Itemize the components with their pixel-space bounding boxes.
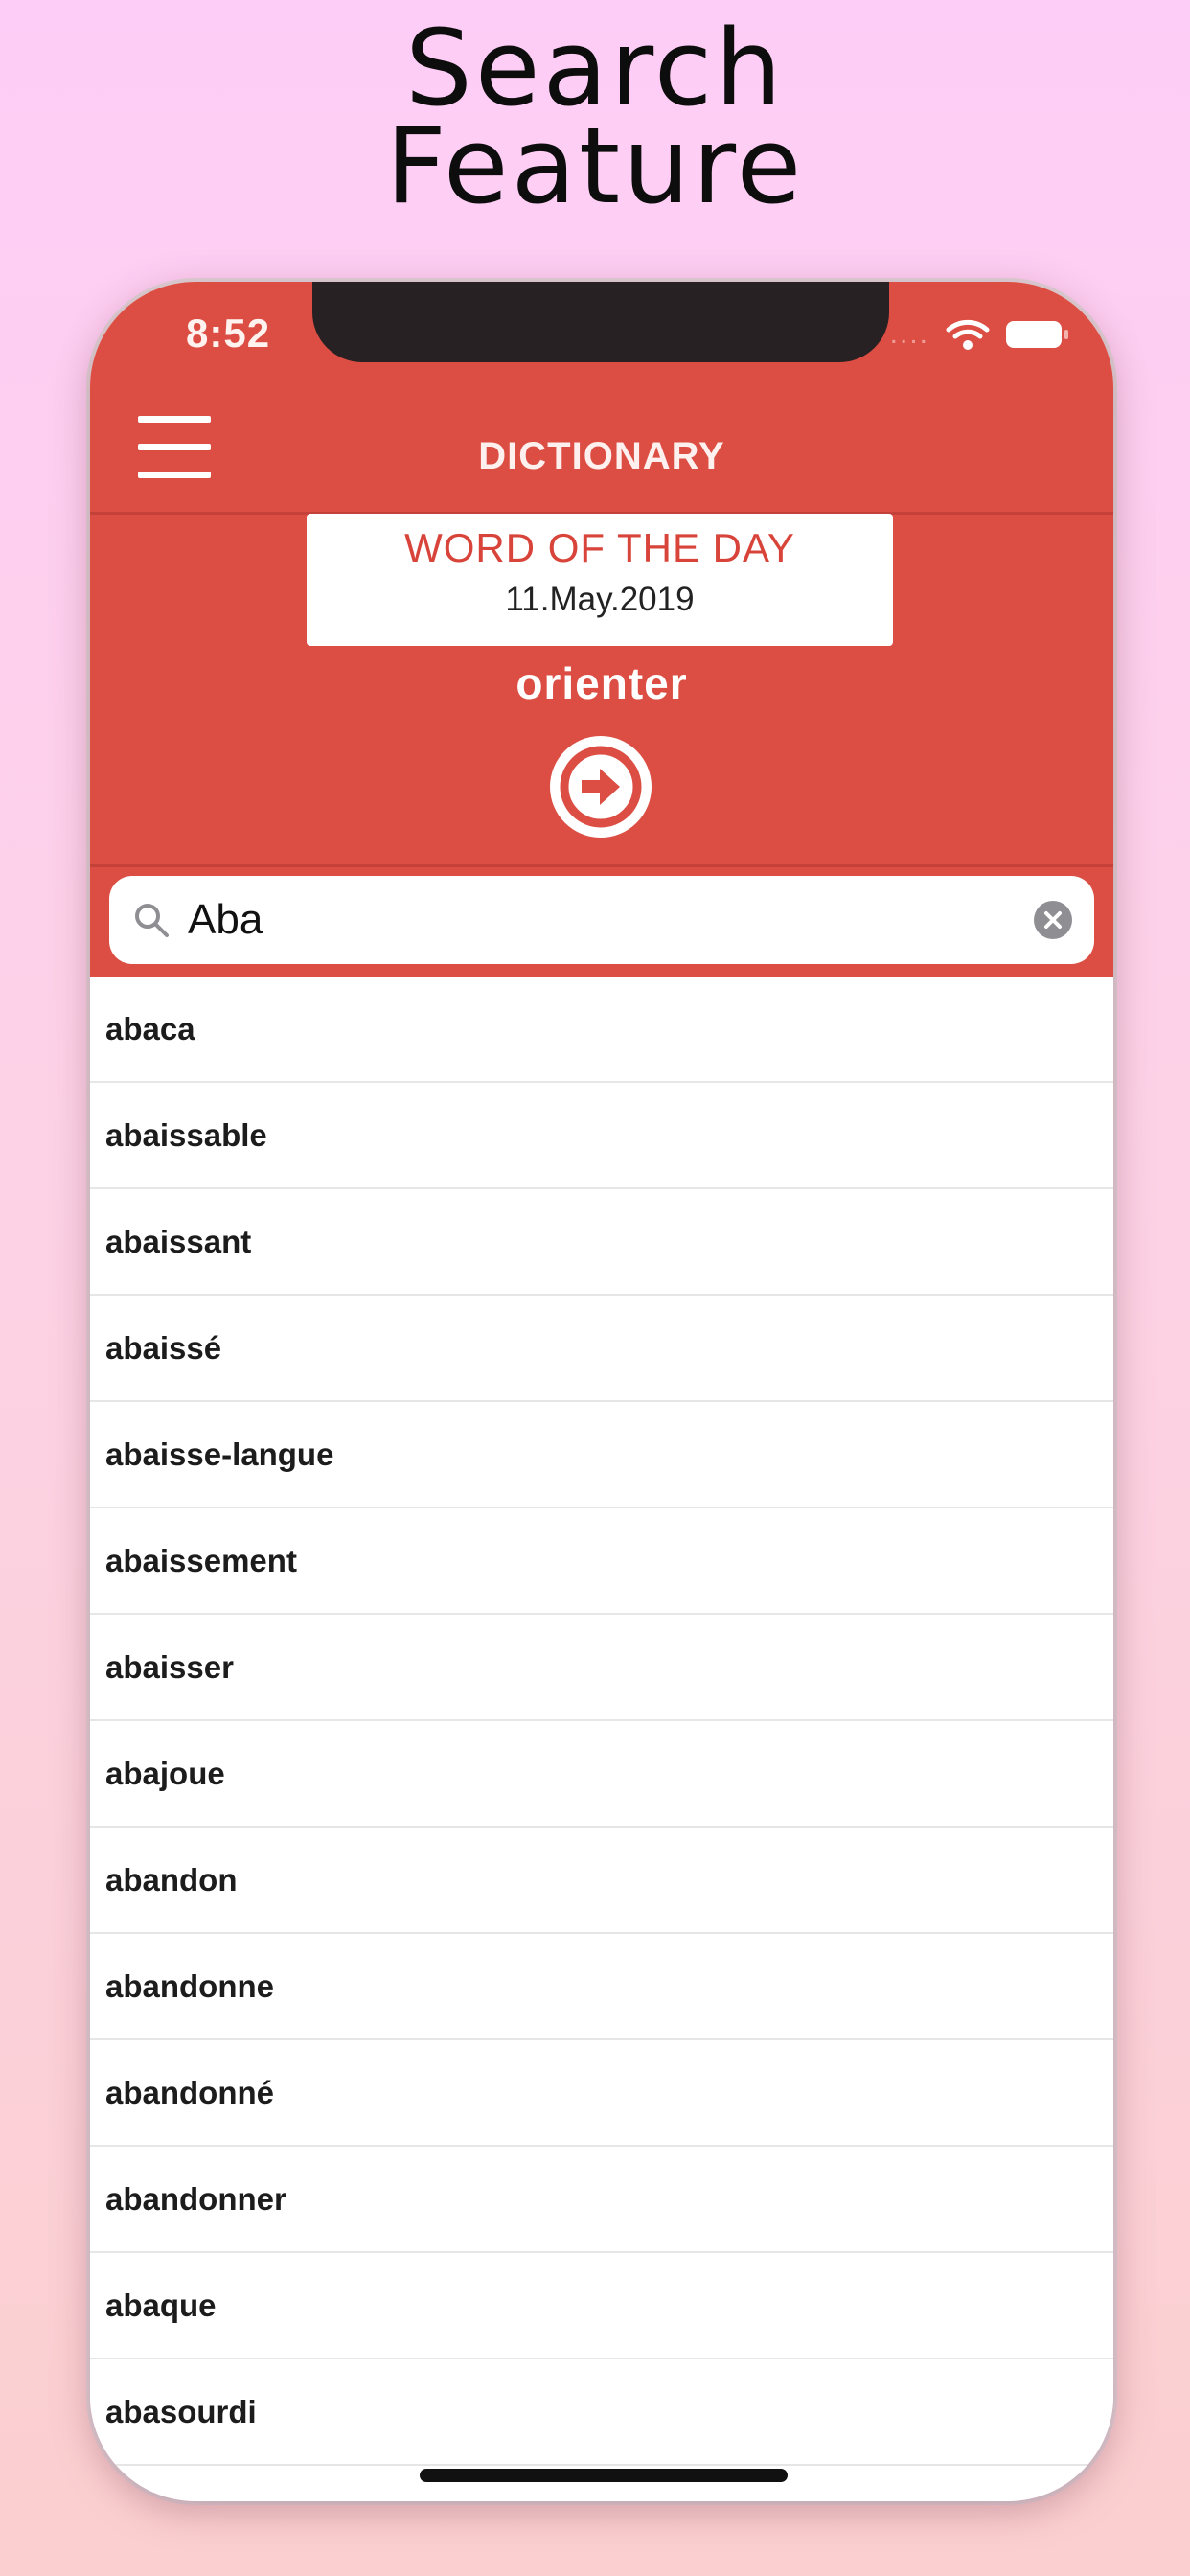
list-item[interactable]: abaissé <box>90 1296 1113 1402</box>
phone-notch <box>312 282 889 362</box>
promo-headline-line1: Search <box>405 7 785 129</box>
list-item[interactable]: abandonner <box>90 2147 1113 2253</box>
word-of-the-day-heading: WORD OF THE DAY <box>404 525 795 570</box>
home-indicator[interactable] <box>420 2469 788 2482</box>
search-icon <box>135 904 169 937</box>
search-bar-divider <box>90 864 1113 867</box>
list-item[interactable]: abaissant <box>90 1189 1113 1296</box>
list-item[interactable]: abandonne <box>90 1934 1113 2040</box>
list-item[interactable]: abaissable <box>90 1083 1113 1189</box>
list-item[interactable]: abaca <box>90 977 1113 1083</box>
status-icons: .... <box>889 318 1068 351</box>
word-of-the-day-card: WORD OF THE DAY 11.May.2019 <box>307 514 893 646</box>
list-item[interactable]: abasourdi <box>90 2359 1113 2466</box>
status-time: 8:52 <box>186 310 271 356</box>
list-item[interactable]: abajoue <box>90 1721 1113 1828</box>
open-word-button[interactable] <box>550 736 652 838</box>
wifi-icon <box>946 319 990 350</box>
promo-headline-line2: Feature <box>385 104 805 227</box>
results-list: abaca abaissable abaissant abaissé abais… <box>90 977 1113 2466</box>
search-input[interactable] <box>188 886 1033 954</box>
promo-headline: Search Feature <box>0 7 1190 227</box>
clear-icon[interactable] <box>1033 900 1073 940</box>
list-item[interactable]: abandonné <box>90 2040 1113 2147</box>
list-item[interactable]: abandon <box>90 1828 1113 1934</box>
list-item[interactable]: abaque <box>90 2253 1113 2359</box>
list-item[interactable]: abaissement <box>90 1508 1113 1615</box>
list-item[interactable]: abaisse-langue <box>90 1402 1113 1508</box>
word-of-the-day-date: 11.May.2019 <box>505 581 695 618</box>
signal-icon: .... <box>889 318 929 350</box>
search-bar[interactable] <box>109 876 1094 964</box>
battery-icon <box>1006 321 1068 348</box>
page-title: DICTIONARY <box>478 435 725 477</box>
phone-frame: 8:52 .... DICTIONARY WORD OF THE DAY 11.… <box>90 282 1113 2501</box>
list-item[interactable]: abaisser <box>90 1615 1113 1721</box>
word-of-the-day-word[interactable]: orienter <box>90 657 1113 709</box>
arrow-right-circle-icon <box>560 746 642 828</box>
